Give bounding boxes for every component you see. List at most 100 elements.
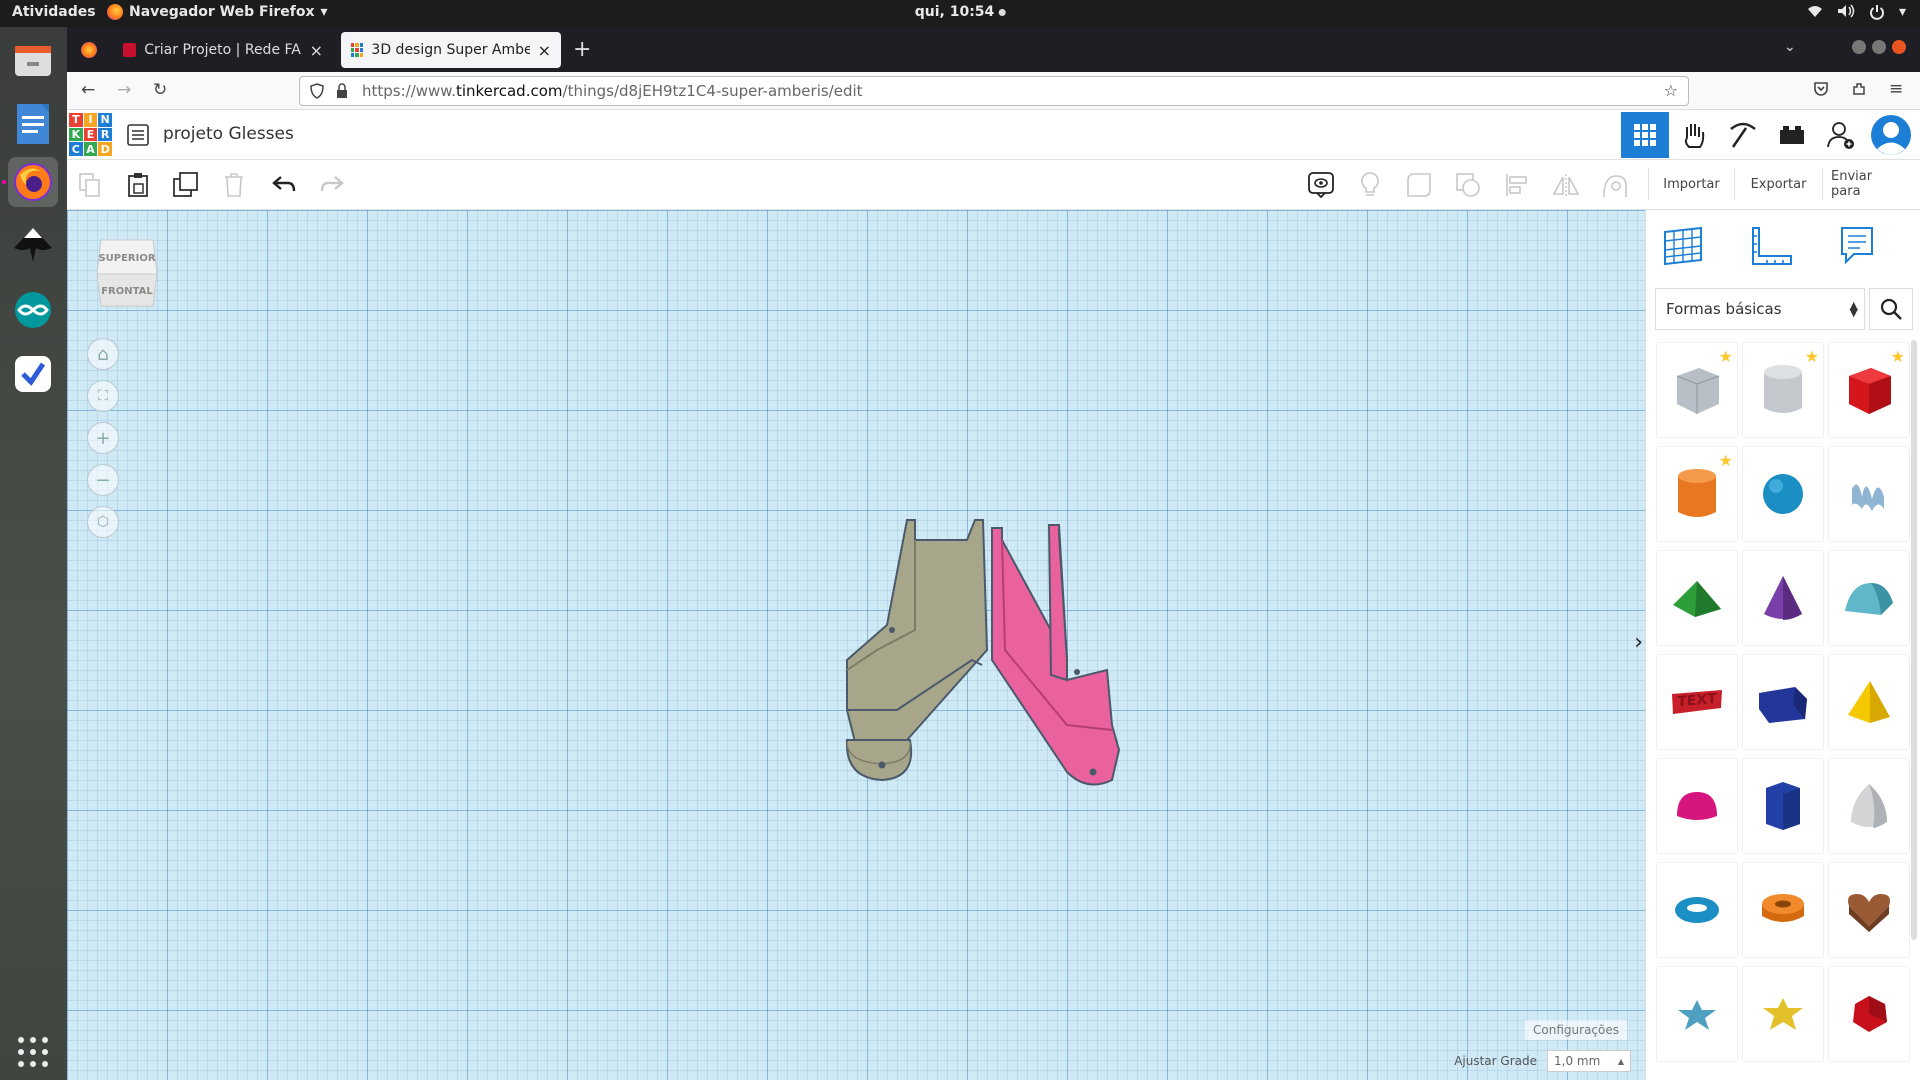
home-view-button[interactable]: ⌂ <box>87 338 119 370</box>
shape-scribble[interactable] <box>1828 446 1910 542</box>
shape-heart[interactable] <box>1828 862 1910 958</box>
close-tab-icon[interactable]: × <box>310 41 323 60</box>
shape-sphere[interactable] <box>1742 446 1824 542</box>
minimize-icon[interactable] <box>1852 40 1866 54</box>
mirror-button[interactable] <box>1549 170 1583 200</box>
cruise-button[interactable] <box>1598 170 1632 200</box>
url-bar[interactable]: https://www. tinkercad.com/things/d8jEH9t… <box>299 76 1689 106</box>
zoom-in-button[interactable]: + <box>87 422 119 454</box>
new-tab-button[interactable]: + <box>573 37 591 62</box>
dock-firefox-icon[interactable] <box>8 157 58 207</box>
shapes-scrollbar[interactable] <box>1911 340 1917 940</box>
invite-user-button[interactable] <box>1817 112 1865 158</box>
maximize-icon[interactable] <box>1872 40 1886 54</box>
shape-star-gold[interactable] <box>1742 966 1824 1062</box>
shape-box[interactable]: ★ <box>1828 342 1910 438</box>
3d-view-button[interactable] <box>1621 112 1669 158</box>
system-tray[interactable]: ▾ <box>1807 4 1906 24</box>
profile-avatar[interactable] <box>1867 112 1915 158</box>
paste-button[interactable] <box>121 170 155 200</box>
close-tab-icon[interactable]: × <box>538 41 551 60</box>
system-top-bar: Atividades Navegador Web Firefox ▾ qui, … <box>0 0 1920 27</box>
fit-all-icon: ⛶ <box>98 388 108 404</box>
settings-button[interactable]: Configurações <box>1525 1020 1627 1040</box>
dock-writer-icon[interactable] <box>8 99 58 149</box>
bookmark-star-icon[interactable]: ☆ <box>1664 81 1678 100</box>
tab-3d-design[interactable]: 3D design Super Amberis × <box>341 32 561 68</box>
shape-round-roof[interactable] <box>1828 550 1910 646</box>
dock-arduino-icon[interactable] <box>8 285 58 335</box>
activities-button[interactable]: Atividades <box>12 4 96 20</box>
shape-cylinder[interactable]: ★ <box>1656 446 1738 542</box>
align-button[interactable] <box>1500 170 1534 200</box>
blocks-button[interactable] <box>1719 112 1767 158</box>
tinkercad-logo[interactable]: T I N K E R C A D <box>69 113 112 156</box>
shape-cylinder-hole[interactable]: ★ <box>1742 342 1824 438</box>
show-apps-icon[interactable] <box>8 1027 58 1077</box>
view-cube[interactable]: SUPERIOR FRONTAL <box>95 234 159 308</box>
extensions-icon[interactable] <box>1851 81 1867 101</box>
dock-files-icon[interactable] <box>8 35 58 85</box>
shape-half-sphere[interactable] <box>1656 758 1738 854</box>
sim-lab-button[interactable] <box>1670 112 1718 158</box>
dock-app-icon[interactable] <box>8 349 58 399</box>
firefox-view-tab[interactable] <box>75 32 105 68</box>
send-to-button[interactable]: Enviar para <box>1822 168 1910 200</box>
logo-letter: N <box>98 113 112 127</box>
hamburger-menu-icon[interactable]: ≡ <box>1889 79 1903 99</box>
project-title[interactable]: projeto Glesses <box>163 124 294 144</box>
left-temple-part[interactable] <box>845 519 989 782</box>
duplicate-button[interactable] <box>169 170 203 200</box>
tracking-shield-icon[interactable] <box>310 83 324 103</box>
right-temple-part[interactable] <box>991 524 1121 786</box>
ortho-view-button[interactable]: ⬡ <box>87 506 119 538</box>
shape-torus[interactable] <box>1656 862 1738 958</box>
lock-icon[interactable] <box>336 83 348 103</box>
snap-grid-select[interactable]: 1,0 mm ▲ <box>1547 1050 1631 1072</box>
reload-icon[interactable]: ↻ <box>153 80 167 100</box>
clock[interactable]: qui, 10:54 <box>915 4 1006 20</box>
workplane[interactable]: SUPERIOR FRONTAL ⌂ ⛶ + − ⬡ › Configuraçõ… <box>67 210 1645 1080</box>
shape-cone[interactable] <box>1742 550 1824 646</box>
shape-tube[interactable] <box>1742 862 1824 958</box>
fit-view-button[interactable]: ⛶ <box>87 380 119 412</box>
export-button[interactable]: Exportar <box>1734 168 1822 200</box>
shape-gem[interactable] <box>1828 966 1910 1062</box>
shape-star[interactable] <box>1656 966 1738 1062</box>
app-menu[interactable]: Navegador Web Firefox ▾ <box>107 4 328 20</box>
shape-category-select[interactable]: Formas básicas ▲ ▼ <box>1655 288 1865 330</box>
shape-search-button[interactable] <box>1869 288 1913 330</box>
bricks-button[interactable] <box>1768 112 1816 158</box>
ruler-tool-button[interactable] <box>1746 222 1796 270</box>
zoom-out-button[interactable]: − <box>87 464 119 496</box>
tab-criar-projeto[interactable]: Criar Projeto | Rede FAB × <box>113 32 333 68</box>
url-path: /things/d8jEH9tz1C4-super-amberis/edit <box>562 82 863 100</box>
shape-paraboloid[interactable] <box>1828 758 1910 854</box>
list-tabs-icon[interactable]: ⌄ <box>1784 39 1796 55</box>
shape-text[interactable]: TEXT <box>1656 654 1738 750</box>
pocket-icon[interactable] <box>1813 81 1829 101</box>
shape-wedge[interactable] <box>1742 654 1824 750</box>
shape-pyramid[interactable] <box>1828 654 1910 750</box>
notes-tool-button[interactable] <box>1832 222 1882 270</box>
ungroup-button[interactable] <box>1451 170 1485 200</box>
delete-button[interactable] <box>217 170 251 200</box>
shape-box-hole[interactable]: ★ <box>1656 342 1738 438</box>
undo-button[interactable] <box>267 170 301 200</box>
redo-button[interactable] <box>315 170 349 200</box>
model-glasses-parts[interactable] <box>767 510 1167 990</box>
panel-collapse-chevron-icon[interactable]: › <box>1634 630 1643 655</box>
close-window-icon[interactable] <box>1892 40 1906 54</box>
shape-polygon[interactable] <box>1742 758 1824 854</box>
design-list-icon[interactable] <box>127 124 149 150</box>
group-button[interactable] <box>1402 170 1436 200</box>
workplane-tool-button[interactable] <box>1658 222 1708 270</box>
back-icon[interactable]: ← <box>81 80 95 100</box>
shape-roof[interactable] <box>1656 550 1738 646</box>
light-button[interactable] <box>1353 170 1387 200</box>
dock-inkscape-icon[interactable] <box>8 221 58 271</box>
copy-button[interactable] <box>73 170 107 200</box>
import-button[interactable]: Importar <box>1648 168 1734 200</box>
notes-button[interactable] <box>1304 170 1338 200</box>
forward-icon[interactable]: → <box>117 80 131 100</box>
